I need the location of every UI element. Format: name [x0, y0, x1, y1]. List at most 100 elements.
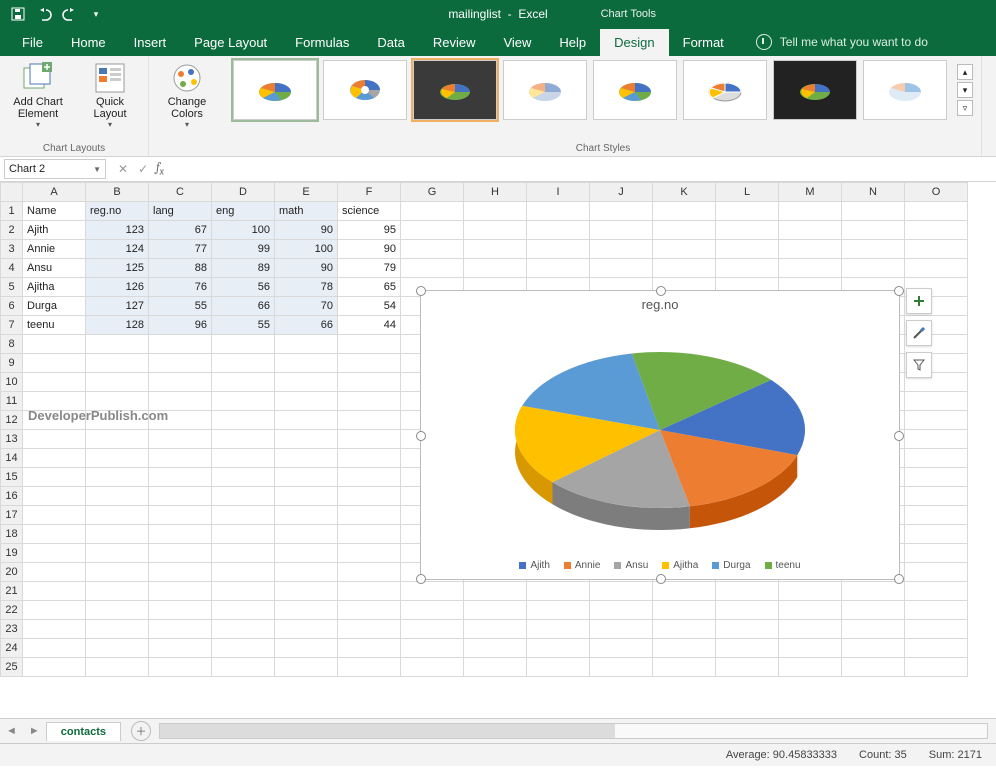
cell-M24[interactable]	[779, 639, 842, 658]
tab-review[interactable]: Review	[419, 29, 490, 56]
cell-O22[interactable]	[905, 601, 968, 620]
cell-K21[interactable]	[653, 582, 716, 601]
row-header-17[interactable]: 17	[1, 506, 23, 525]
cell-O15[interactable]	[905, 468, 968, 487]
cell-B2[interactable]: 123	[86, 221, 149, 240]
cell-I25[interactable]	[527, 658, 590, 677]
cell-C2[interactable]: 67	[149, 221, 212, 240]
cell-C22[interactable]	[149, 601, 212, 620]
cell-E23[interactable]	[275, 620, 338, 639]
cell-F1[interactable]: science	[338, 202, 401, 221]
cell-G4[interactable]	[401, 259, 464, 278]
cell-B5[interactable]: 126	[86, 278, 149, 297]
change-colors-button[interactable]: Change Colors▾	[157, 60, 217, 129]
cell-F5[interactable]: 65	[338, 278, 401, 297]
resize-handle-w[interactable]	[416, 431, 426, 441]
cell-B6[interactable]: 127	[86, 297, 149, 316]
chart-style-5[interactable]	[593, 60, 677, 120]
cell-B24[interactable]	[86, 639, 149, 658]
cell-F14[interactable]	[338, 449, 401, 468]
cell-C5[interactable]: 76	[149, 278, 212, 297]
cell-A1[interactable]: Name	[23, 202, 86, 221]
cell-E9[interactable]	[275, 354, 338, 373]
cell-M21[interactable]	[779, 582, 842, 601]
tab-format[interactable]: Format	[669, 29, 738, 56]
cell-B13[interactable]	[86, 430, 149, 449]
chart-style-8[interactable]	[863, 60, 947, 120]
cell-F21[interactable]	[338, 582, 401, 601]
cell-A5[interactable]: Ajitha	[23, 278, 86, 297]
cell-B21[interactable]	[86, 582, 149, 601]
tab-file[interactable]: File	[8, 29, 57, 56]
cell-F23[interactable]	[338, 620, 401, 639]
cell-K2[interactable]	[653, 221, 716, 240]
cell-E20[interactable]	[275, 563, 338, 582]
cell-A10[interactable]	[23, 373, 86, 392]
cell-O25[interactable]	[905, 658, 968, 677]
cell-L4[interactable]	[716, 259, 779, 278]
row-header-5[interactable]: 5	[1, 278, 23, 297]
cell-C11[interactable]	[149, 392, 212, 411]
legend-item[interactable]: Ajitha	[662, 560, 698, 571]
cell-E3[interactable]: 100	[275, 240, 338, 259]
cell-A4[interactable]: Ansu	[23, 259, 86, 278]
cell-B11[interactable]	[86, 392, 149, 411]
cell-B23[interactable]	[86, 620, 149, 639]
cell-I3[interactable]	[527, 240, 590, 259]
cell-D7[interactable]: 55	[212, 316, 275, 335]
cell-J24[interactable]	[590, 639, 653, 658]
chart-style-6[interactable]	[683, 60, 767, 120]
cell-B19[interactable]	[86, 544, 149, 563]
cell-C18[interactable]	[149, 525, 212, 544]
cell-E7[interactable]: 66	[275, 316, 338, 335]
cell-I1[interactable]	[527, 202, 590, 221]
cell-D4[interactable]: 89	[212, 259, 275, 278]
cell-N22[interactable]	[842, 601, 905, 620]
cell-M1[interactable]	[779, 202, 842, 221]
cell-D9[interactable]	[212, 354, 275, 373]
cell-D24[interactable]	[212, 639, 275, 658]
row-header-23[interactable]: 23	[1, 620, 23, 639]
cell-C3[interactable]: 77	[149, 240, 212, 259]
cell-D15[interactable]	[212, 468, 275, 487]
cell-E17[interactable]	[275, 506, 338, 525]
cell-N21[interactable]	[842, 582, 905, 601]
worksheet-grid[interactable]: ABCDEFGHIJKLMNO1Namereg.nolangengmathsci…	[0, 182, 996, 718]
cell-H22[interactable]	[464, 601, 527, 620]
cell-A13[interactable]	[23, 430, 86, 449]
cell-A22[interactable]	[23, 601, 86, 620]
cell-B12[interactable]	[86, 411, 149, 430]
row-header-15[interactable]: 15	[1, 468, 23, 487]
cell-J2[interactable]	[590, 221, 653, 240]
cell-B25[interactable]	[86, 658, 149, 677]
cell-L24[interactable]	[716, 639, 779, 658]
cell-C13[interactable]	[149, 430, 212, 449]
cell-C19[interactable]	[149, 544, 212, 563]
cell-F10[interactable]	[338, 373, 401, 392]
cell-A2[interactable]: Ajith	[23, 221, 86, 240]
cell-F8[interactable]	[338, 335, 401, 354]
chart-style-1[interactable]	[233, 60, 317, 120]
cell-D23[interactable]	[212, 620, 275, 639]
cell-C24[interactable]	[149, 639, 212, 658]
tab-data[interactable]: Data	[363, 29, 418, 56]
cell-E4[interactable]: 90	[275, 259, 338, 278]
resize-handle-e[interactable]	[894, 431, 904, 441]
cell-O2[interactable]	[905, 221, 968, 240]
cell-J23[interactable]	[590, 620, 653, 639]
cell-N25[interactable]	[842, 658, 905, 677]
cell-G21[interactable]	[401, 582, 464, 601]
cell-F18[interactable]	[338, 525, 401, 544]
sheet-nav-next-icon[interactable]: ►	[23, 725, 46, 737]
cell-B9[interactable]	[86, 354, 149, 373]
cell-C16[interactable]	[149, 487, 212, 506]
cell-A8[interactable]	[23, 335, 86, 354]
cell-A18[interactable]	[23, 525, 86, 544]
cell-F13[interactable]	[338, 430, 401, 449]
cell-F24[interactable]	[338, 639, 401, 658]
cell-J21[interactable]	[590, 582, 653, 601]
cell-I4[interactable]	[527, 259, 590, 278]
row-header-2[interactable]: 2	[1, 221, 23, 240]
chart-style-2[interactable]	[323, 60, 407, 120]
cell-I24[interactable]	[527, 639, 590, 658]
